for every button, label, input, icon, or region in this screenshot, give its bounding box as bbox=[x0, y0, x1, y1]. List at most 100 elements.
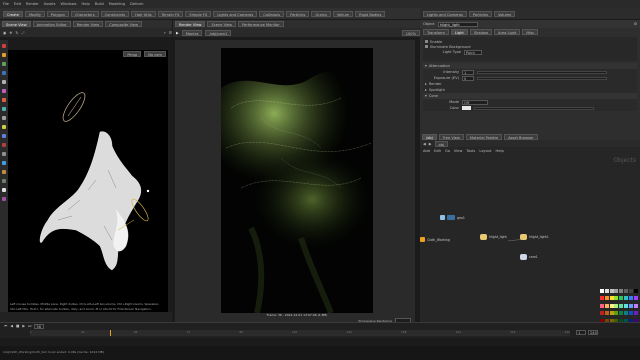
node-hlight-light[interactable]: hlight_light bbox=[480, 234, 507, 240]
tab-param[interactable]: Area Light bbox=[494, 28, 521, 35]
color-slider[interactable] bbox=[474, 106, 594, 110]
color-swatch[interactable] bbox=[614, 296, 619, 301]
color-swatch[interactable] bbox=[604, 311, 609, 316]
tab-render-pane[interactable]: Render View bbox=[175, 21, 206, 27]
scale-tool-icon[interactable]: ⤢ bbox=[21, 31, 24, 35]
shelf-tab[interactable]: Characters bbox=[71, 10, 99, 17]
menu-item[interactable]: Windows bbox=[60, 2, 76, 6]
play-back-icon[interactable]: ◀ bbox=[10, 324, 13, 328]
timeline-bar[interactable]: 1 24 48 72 96 120 144 168 192 216 240 bbox=[30, 330, 570, 336]
tool-icon[interactable] bbox=[2, 197, 6, 201]
tool-icon[interactable] bbox=[2, 134, 6, 138]
tab-param[interactable]: Light bbox=[450, 28, 468, 35]
tab-param[interactable]: Transform bbox=[423, 28, 449, 35]
tool-icon[interactable] bbox=[2, 44, 6, 48]
exposure-field[interactable]: 0 bbox=[462, 75, 474, 81]
tool-icon[interactable] bbox=[2, 188, 6, 192]
tab-param[interactable]: Misc bbox=[522, 28, 539, 35]
tab-particles[interactable]: Particles bbox=[468, 10, 493, 17]
menu-item[interactable]: Build bbox=[95, 2, 104, 6]
color-swatch[interactable] bbox=[600, 296, 604, 301]
tool-icon[interactable] bbox=[2, 170, 6, 174]
exposure-slider[interactable] bbox=[477, 76, 607, 80]
color-swatch[interactable] bbox=[609, 296, 614, 301]
tool-icon[interactable] bbox=[2, 62, 6, 66]
tab-left-pane[interactable]: Animation Editor bbox=[32, 21, 71, 27]
tab-render-pane[interactable]: Scene View bbox=[207, 21, 237, 27]
color-swatch[interactable] bbox=[624, 296, 629, 301]
tool-icon[interactable] bbox=[2, 152, 6, 156]
tab-left-pane[interactable]: Render View bbox=[72, 21, 104, 27]
tool-icon[interactable] bbox=[2, 161, 6, 165]
color-swatch[interactable] bbox=[600, 311, 604, 316]
rotate-tool-icon[interactable]: ↻ bbox=[15, 31, 18, 35]
node-geo1[interactable]: geo1 bbox=[440, 215, 465, 220]
shelf-tab[interactable]: Terrain FX bbox=[157, 10, 184, 17]
tab-param[interactable]: Shadow bbox=[469, 28, 493, 35]
camera-select[interactable]: /obj/cam1 bbox=[205, 29, 232, 36]
zoom-level[interactable]: 100% bbox=[401, 29, 420, 36]
light-type-select[interactable]: Point bbox=[464, 49, 482, 55]
menu-item[interactable]: Edit bbox=[14, 2, 21, 6]
menu-item[interactable]: Deform bbox=[130, 2, 143, 6]
color-swatch[interactable] bbox=[609, 311, 614, 316]
color-swatch[interactable] bbox=[628, 311, 633, 316]
node-cloth-working[interactable]: Cloth_Working bbox=[420, 237, 450, 242]
color-swatch[interactable] bbox=[619, 289, 624, 293]
menu-item[interactable]: Modeling bbox=[109, 2, 125, 6]
color-swatch[interactable] bbox=[600, 303, 604, 308]
color-swatch[interactable] bbox=[628, 296, 633, 301]
color-swatch[interactable] bbox=[614, 311, 619, 316]
color-swatch[interactable] bbox=[633, 289, 638, 293]
color-swatch[interactable] bbox=[604, 296, 609, 301]
color-swatch[interactable] bbox=[609, 289, 614, 293]
illuminate-checkbox[interactable] bbox=[425, 45, 428, 48]
tool-icon[interactable] bbox=[2, 179, 6, 183]
color-swatch[interactable] bbox=[614, 303, 619, 308]
shelf-tab[interactable]: Create bbox=[3, 10, 23, 17]
color-swatch[interactable] bbox=[633, 311, 638, 316]
color-swatch[interactable] bbox=[619, 311, 624, 316]
fast-forward-icon[interactable]: ⏭ bbox=[28, 324, 31, 328]
tab-lights[interactable]: Lights and Cameras bbox=[423, 10, 467, 17]
tool-icon[interactable] bbox=[2, 125, 6, 129]
color-swatch[interactable] bbox=[604, 303, 609, 308]
tool-icon[interactable] bbox=[2, 98, 6, 102]
snap-icon[interactable]: ⌖ bbox=[164, 31, 166, 35]
enable-checkbox[interactable] bbox=[425, 40, 428, 43]
shelf-tab[interactable]: Particles bbox=[286, 10, 310, 17]
shelf-tab[interactable]: Constraints bbox=[100, 10, 130, 17]
color-swatch[interactable] bbox=[628, 303, 633, 308]
color-swatch[interactable] bbox=[628, 289, 633, 293]
node-name-field[interactable]: hlight_light bbox=[437, 21, 478, 27]
render-button[interactable]: ▶ bbox=[176, 31, 179, 35]
shelf-tab[interactable]: Grains bbox=[311, 10, 331, 17]
mode-select[interactable]: Off bbox=[462, 99, 488, 105]
color-swatch[interactable] bbox=[624, 303, 629, 308]
rewind-icon[interactable]: ⏮ bbox=[4, 324, 7, 328]
tool-icon[interactable] bbox=[2, 71, 6, 75]
color-swatch[interactable] bbox=[600, 289, 604, 293]
menu-item[interactable]: Render bbox=[26, 2, 39, 6]
intensity-field[interactable]: 1 bbox=[462, 69, 474, 75]
node-cam1[interactable]: cam1 bbox=[520, 254, 538, 260]
menu-item[interactable]: Assets bbox=[44, 2, 56, 6]
tool-icon[interactable] bbox=[2, 143, 6, 147]
color-swatch[interactable] bbox=[614, 289, 619, 293]
color-swatch[interactable] bbox=[604, 289, 609, 293]
renderer-select[interactable]: Mantra bbox=[181, 29, 203, 36]
gear-icon[interactable]: ⚙ bbox=[634, 22, 637, 26]
color-swatch[interactable] bbox=[619, 296, 624, 301]
color-swatch[interactable] bbox=[619, 303, 624, 308]
menu-item[interactable]: File bbox=[3, 2, 9, 6]
shelf-tab[interactable]: Modify bbox=[24, 10, 45, 17]
color-swatch[interactable] bbox=[609, 303, 614, 308]
select-tool-icon[interactable]: ▣ bbox=[3, 31, 6, 35]
node-hlight-light1[interactable]: hlight_light1 bbox=[520, 234, 549, 240]
intensity-slider[interactable] bbox=[477, 70, 607, 74]
color-swatch[interactable] bbox=[624, 311, 629, 316]
shelf-tab[interactable]: Hair Utils bbox=[131, 10, 156, 17]
shelf-tab[interactable]: Collisions bbox=[259, 10, 285, 17]
shelf-tab[interactable]: Simple FX bbox=[185, 10, 212, 17]
shelf-tab[interactable]: Polygon bbox=[46, 10, 69, 17]
